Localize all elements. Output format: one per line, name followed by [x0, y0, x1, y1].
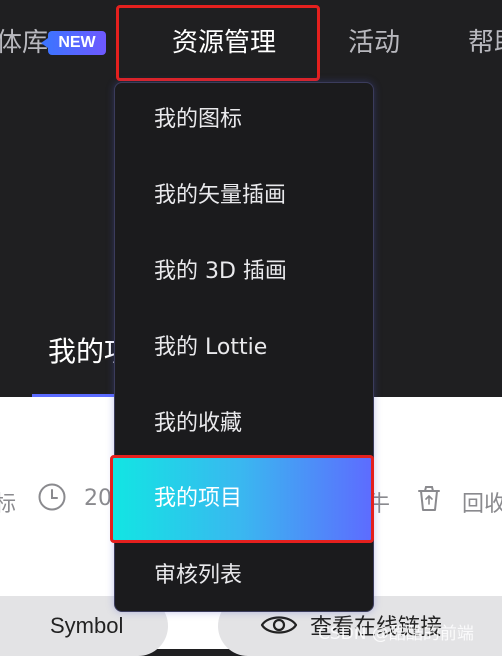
eye-icon[interactable] [260, 612, 298, 638]
clock-icon[interactable] [38, 483, 66, 511]
toolbar-date-fragment[interactable]: 20 [84, 486, 112, 511]
menu-item-my-icons[interactable]: 我的图标 [154, 105, 242, 135]
menu-item-my-vector-illustrations[interactable]: 我的矢量插画 [154, 181, 286, 211]
menu-item-my-projects[interactable]: 我的项目 [154, 484, 242, 514]
menu-item-my-lottie[interactable]: 我的 Lottie [154, 333, 267, 363]
nav-item-help[interactable]: 帮助 [468, 26, 502, 60]
nav-highlight-box [116, 5, 320, 81]
menu-item-my-3d-illustrations[interactable]: 我的 3D 插画 [154, 257, 287, 287]
nav-item-activity[interactable]: 活动 [348, 26, 400, 60]
new-badge: NEW [41, 31, 106, 55]
menu-item-review-list[interactable]: 审核列表 [154, 561, 242, 591]
top-nav: 体库 NEW 资源管理 活动 帮助 [0, 0, 502, 90]
symbol-label[interactable]: Symbol [50, 613, 123, 639]
recycle-bin-icon[interactable] [416, 484, 442, 512]
recycle-bin-label[interactable]: 回收 [462, 486, 502, 518]
toolbar-left-fragment[interactable]: 标 [0, 486, 16, 518]
watermark: CSDN @酷酷的前端 [318, 624, 474, 644]
menu-item-my-favorites[interactable]: 我的收藏 [154, 409, 242, 439]
